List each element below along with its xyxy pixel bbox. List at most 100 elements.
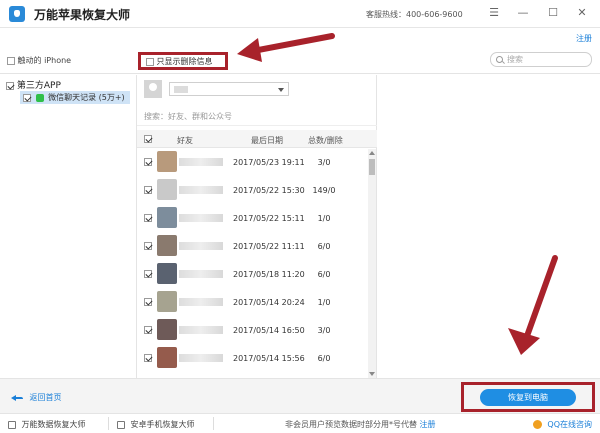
friend-name-blur [179,158,223,166]
scroll-down-icon[interactable] [369,372,375,376]
table-row[interactable]: 2017/05/22 11:11 6/0 [137,233,369,260]
close-icon[interactable]: ✕ [576,7,588,19]
search-icon [496,56,503,63]
table-header: 好友 最后日期 总数/删除 [137,130,377,148]
table-row[interactable]: 2017/05/22 15:11 1/0 [137,205,369,232]
table-row[interactable]: 2017/05/14 15:56 6/0 [137,345,369,372]
qq-consult-label: QQ在线咨询 [547,420,592,429]
account-dropdown[interactable] [169,82,289,96]
restore-to-computer-button[interactable]: 恢复到电脑 [480,389,576,406]
back-arrow-icon [11,394,23,402]
friend-name-blur [179,326,223,334]
qq-icon [532,420,542,429]
search-placeholder: 搜索 [507,55,523,64]
scroll-thumb[interactable] [369,159,375,175]
friend-avatar [157,151,177,172]
android-recovery-link[interactable]: 安卓手机恢复大师 [117,419,195,430]
total-deleted-count: 6/0 [317,242,331,251]
chat-list-panel: 搜索：好友、群和公众号 好友 最后日期 总数/删除 2017/05/23 19:… [137,75,377,378]
total-deleted-count: 6/0 [317,354,331,363]
friend-avatar [157,291,177,312]
annotation-arrow-bottom [508,255,558,355]
friend-name-blur [179,214,223,222]
device-selector[interactable]: 触动的 iPhone [7,55,71,66]
row-checkbox[interactable] [144,354,152,362]
row-checkbox[interactable] [144,298,152,306]
only-deleted-checkbox[interactable] [146,57,154,66]
column-header-date: 最后日期 [251,136,283,145]
qq-consult-link[interactable]: QQ在线咨询 [532,419,592,430]
tree-child-label: 微信聊天记录 (5万+) [48,93,125,102]
minimize-icon[interactable]: — [517,7,529,19]
total-deleted-count: 149/0 [312,186,336,195]
hotline-text: 客服热线：400-606-9600 [366,10,463,19]
row-checkbox[interactable] [144,214,152,222]
total-deleted-count: 1/0 [317,214,331,223]
friend-name-blur [179,354,223,362]
last-date: 2017/05/14 15:56 [233,354,305,363]
table-row[interactable]: 2017/05/22 15:30 149/0 [137,177,369,204]
last-date: 2017/05/22 15:11 [233,214,305,223]
total-deleted-count: 1/0 [317,298,331,307]
last-date: 2017/05/14 16:50 [233,326,305,335]
column-header-friend: 好友 [177,136,193,145]
row-checkbox[interactable] [144,326,152,334]
friend-avatar [157,179,177,200]
tree-root-label: 第三方APP [16,81,61,91]
scroll-up-icon[interactable] [369,151,375,155]
table-row[interactable]: 2017/05/23 19:11 3/0 [137,149,369,176]
member-notice-text: 非会员用户预览数据时部分用*号代替 [285,420,417,429]
account-name-blur [174,86,188,93]
chevron-down-icon [278,88,284,92]
row-checkbox[interactable] [144,270,152,278]
back-home-button[interactable]: 返回首页 [11,392,62,403]
account-avatar-icon [144,80,162,98]
only-deleted-filter[interactable]: 只显示删除信息 [138,52,228,70]
last-date: 2017/05/18 11:20 [233,270,305,279]
maximize-icon[interactable]: ☐ [547,7,559,19]
friend-avatar [157,347,177,368]
total-deleted-count: 3/0 [317,326,331,335]
row-checkbox[interactable] [144,186,152,194]
android-recovery-icon [117,420,125,429]
divider [137,125,377,126]
table-row[interactable]: 2017/05/14 16:50 3/0 [137,317,369,344]
member-notice: 非会员用户预览数据时部分用*号代替 注册 [285,419,436,430]
device-label: 触动的 iPhone [17,56,72,65]
data-recovery-icon [8,420,16,429]
chat-search-input[interactable]: 搜索：好友、群和公众号 [144,111,232,122]
divider [213,417,214,430]
last-date: 2017/05/23 19:11 [233,158,305,167]
friend-avatar [157,207,177,228]
friend-name-blur [179,270,223,278]
table-row[interactable]: 2017/05/14 20:24 1/0 [137,289,369,316]
data-recovery-label: 万能数据恢复大师 [21,420,86,429]
last-date: 2017/05/22 15:30 [233,186,305,195]
status-bar: 万能数据恢复大师 安卓手机恢复大师 非会员用户预览数据时部分用*号代替 注册 Q… [0,413,600,433]
total-deleted-count: 6/0 [317,270,331,279]
table-row[interactable]: 2017/05/18 11:20 6/0 [137,261,369,288]
android-recovery-label: 安卓手机恢复大师 [130,420,195,429]
tree-root-item[interactable]: 第三方APP [6,78,61,91]
wechat-icon [35,93,44,102]
divider [108,417,109,430]
title-bar: 万能苹果恢复大师 客服热线：400-606-9600 ☰ — ☐ ✕ [0,0,600,28]
row-checkbox[interactable] [144,158,152,166]
friend-name-blur [179,298,223,306]
friend-name-blur [179,242,223,250]
category-tree: 第三方APP 微信聊天记录 (5万+) [0,75,137,378]
apple-app-icon [9,6,25,22]
row-checkbox[interactable] [144,242,152,250]
menu-icon[interactable]: ☰ [488,7,500,19]
register-link[interactable]: 注册 [576,33,592,44]
device-checkbox[interactable] [7,56,15,65]
search-input[interactable]: 搜索 [490,52,592,67]
tree-child-checkbox[interactable] [23,93,31,102]
tree-item-wechat[interactable]: 微信聊天记录 (5万+) [20,91,130,104]
restore-highlight: 恢复到电脑 [461,382,595,412]
tree-root-checkbox[interactable] [6,81,14,90]
vertical-scrollbar[interactable] [368,149,376,378]
data-recovery-link[interactable]: 万能数据恢复大师 [8,419,86,430]
notice-register-link[interactable]: 注册 [420,420,436,429]
select-all-checkbox[interactable] [144,135,152,143]
